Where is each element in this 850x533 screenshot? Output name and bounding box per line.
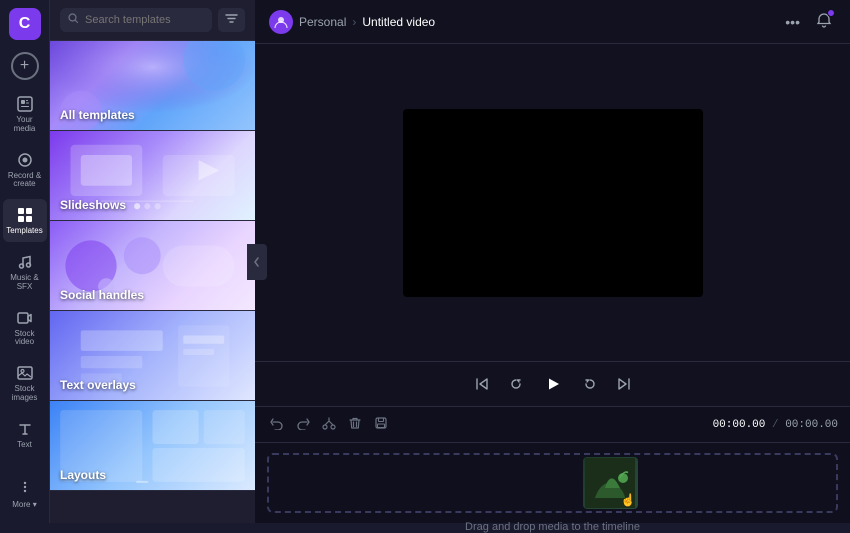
workspace-avatar	[269, 10, 293, 34]
breadcrumb-home[interactable]: Personal	[299, 15, 346, 29]
templates-list: All templates Slideshows	[50, 41, 255, 523]
timeline-time: 00:00.00 / 00:00.00	[713, 419, 838, 431]
more-icon	[17, 479, 33, 498]
sidebar-item-label: Music & SFX	[7, 274, 43, 292]
search-icon	[68, 13, 79, 27]
delete-button[interactable]	[345, 413, 365, 436]
skip-to-end-button[interactable]	[613, 373, 635, 395]
total-time: 00:00.00	[785, 419, 838, 431]
breadcrumb-current: Untitled video	[362, 15, 435, 29]
sidebar-item-music[interactable]: Music & SFX	[3, 246, 47, 298]
redo-button[interactable]	[293, 413, 313, 436]
left-navigation: C + Your media Record &create	[0, 0, 50, 523]
sidebar-item-label: Templates	[6, 227, 42, 236]
notifications-button[interactable]	[812, 8, 836, 35]
template-card-all[interactable]: All templates	[50, 41, 255, 131]
current-time: 00:00.00	[713, 419, 766, 431]
search-input[interactable]	[85, 14, 204, 26]
app-logo: C	[9, 8, 41, 40]
timeline-toolbar: 00:00.00 / 00:00.00	[255, 407, 850, 443]
breadcrumb: Personal › Untitled video	[269, 10, 435, 34]
sidebar-panel: All templates Slideshows	[50, 0, 255, 523]
stock-images-icon	[15, 363, 35, 383]
breadcrumb-separator: ›	[352, 15, 356, 29]
template-card-slideshows[interactable]: Slideshows	[50, 131, 255, 221]
cut-button[interactable]	[319, 413, 339, 436]
top-bar: Personal › Untitled video •••	[255, 0, 850, 44]
template-card-label: Layouts	[60, 468, 106, 482]
record-icon	[15, 150, 35, 170]
template-card-label: Text overlays	[60, 378, 136, 392]
video-player	[403, 109, 703, 297]
template-card-label: Social handles	[60, 288, 144, 302]
video-preview-area	[255, 44, 850, 361]
stock-video-icon	[15, 308, 35, 328]
timeline-track: ☝ Drag and drop media to the timeline	[255, 443, 850, 523]
template-card-social[interactable]: Social handles	[50, 221, 255, 311]
search-input-wrapper	[60, 8, 212, 32]
template-card-text[interactable]: Text overlays	[50, 311, 255, 401]
template-card-layouts[interactable]: Layouts	[50, 401, 255, 491]
sidebar-item-record[interactable]: Record &create	[3, 144, 47, 196]
nav-more-button[interactable]: More ▾	[3, 473, 47, 515]
sidebar-item-stock-images[interactable]: Stock images	[3, 357, 47, 409]
templates-icon	[15, 205, 35, 225]
template-card-label: All templates	[60, 108, 135, 122]
play-button[interactable]	[539, 370, 567, 398]
sidebar-item-your-media[interactable]: Your media	[3, 88, 47, 140]
timeline-area: 00:00.00 / 00:00.00	[255, 406, 850, 523]
playback-controls	[255, 361, 850, 406]
undo-button[interactable]	[267, 413, 287, 436]
filter-button[interactable]	[218, 8, 245, 32]
sidebar-item-label: Stock images	[7, 385, 43, 403]
text-icon	[15, 419, 35, 439]
skip-to-start-button[interactable]	[471, 373, 493, 395]
music-icon	[15, 252, 35, 272]
rewind-button[interactable]	[505, 373, 527, 395]
sidebar-item-label: Stock video	[7, 330, 43, 348]
notification-badge	[827, 9, 835, 17]
sidebar-item-stock-video[interactable]: Stock video	[3, 302, 47, 354]
drop-zone[interactable]: ☝ Drag and drop media to the timeline	[267, 453, 838, 513]
save-button[interactable]	[371, 413, 391, 436]
sidebar-item-templates[interactable]: Templates	[3, 199, 47, 242]
timeline-clip: ☝	[583, 457, 638, 509]
media-icon	[15, 94, 35, 114]
top-bar-actions: •••	[781, 8, 836, 35]
main-content: Personal › Untitled video •••	[255, 0, 850, 523]
sidebar-item-label: Text	[17, 441, 32, 450]
collapse-panel-button[interactable]	[247, 244, 267, 280]
sidebar-item-label: Your media	[7, 116, 43, 134]
more-label: More ▾	[12, 500, 36, 509]
cursor-icon: ☝	[621, 493, 636, 507]
sidebar-item-text[interactable]: Text	[3, 413, 47, 456]
sidebar-item-label: Record &create	[8, 172, 41, 190]
add-button[interactable]: +	[11, 52, 39, 80]
search-bar	[50, 0, 255, 41]
template-card-label: Slideshows	[60, 198, 126, 212]
more-options-button[interactable]: •••	[781, 10, 804, 34]
forward-button[interactable]	[579, 373, 601, 395]
time-separator: /	[772, 419, 785, 431]
